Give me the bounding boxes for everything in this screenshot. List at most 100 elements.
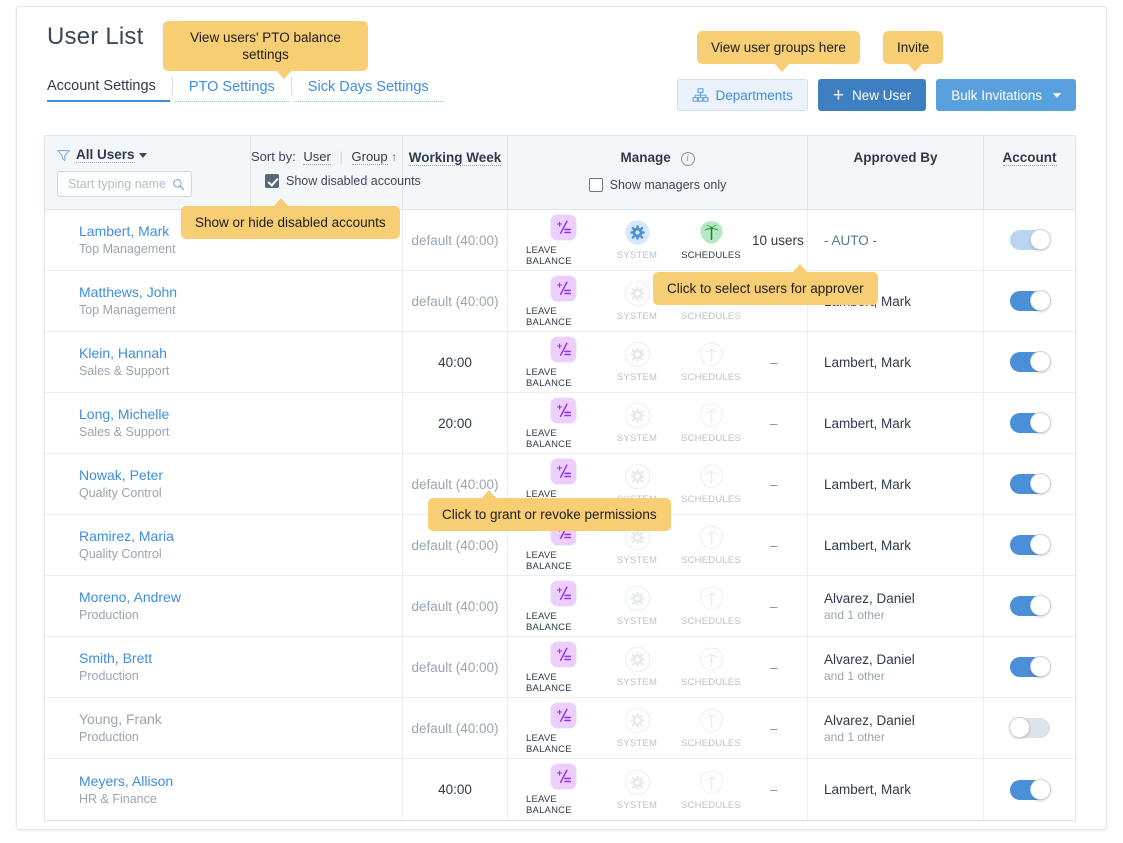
cell-approved-by[interactable]: Alvarez, Daniel and 1 other bbox=[808, 698, 984, 758]
account-toggle[interactable] bbox=[1009, 229, 1051, 250]
user-name-link[interactable]: Smith, Brett bbox=[79, 649, 152, 667]
tab-sick-days-settings[interactable]: Sick Days Settings bbox=[293, 77, 443, 102]
system-gear-icon[interactable] bbox=[624, 341, 651, 368]
manage-schedules[interactable]: SCHEDULES bbox=[674, 402, 748, 444]
manage-schedules[interactable]: SCHEDULES bbox=[674, 707, 748, 749]
leave-balance-icon[interactable]: + bbox=[550, 275, 577, 302]
manage-system[interactable]: SYSTEM bbox=[600, 646, 674, 688]
bulk-invitations-button[interactable]: Bulk Invitations bbox=[936, 79, 1076, 111]
cell-working-week[interactable]: default (40:00) bbox=[403, 698, 508, 758]
system-gear-icon[interactable] bbox=[624, 769, 651, 796]
leave-balance-icon[interactable]: + bbox=[550, 580, 577, 607]
schedules-palm-icon[interactable] bbox=[698, 646, 725, 673]
cell-working-week[interactable]: default (40:00) bbox=[403, 271, 508, 331]
tab-pto-settings[interactable]: PTO Settings bbox=[174, 77, 289, 102]
account-toggle[interactable] bbox=[1009, 656, 1051, 677]
schedules-palm-icon[interactable] bbox=[698, 707, 725, 734]
user-name-link[interactable]: Long, Michelle bbox=[79, 405, 169, 423]
schedules-palm-icon[interactable] bbox=[698, 402, 725, 429]
system-gear-icon[interactable] bbox=[624, 646, 651, 673]
schedules-palm-icon[interactable] bbox=[698, 585, 725, 612]
account-toggle[interactable] bbox=[1009, 473, 1051, 494]
search-input-wrapper[interactable] bbox=[57, 171, 192, 197]
leave-balance-icon[interactable]: + bbox=[550, 702, 577, 729]
cell-approved-by[interactable]: Lambert, Mark bbox=[808, 332, 984, 392]
manage-schedules[interactable]: SCHEDULES bbox=[674, 341, 748, 383]
leave-balance-icon[interactable]: + bbox=[550, 336, 577, 363]
show-disabled-accounts-checkbox[interactable] bbox=[265, 174, 279, 188]
system-gear-icon[interactable] bbox=[624, 707, 651, 734]
manage-schedules[interactable]: SCHEDULES bbox=[674, 463, 748, 505]
cell-working-week[interactable]: default (40:00) bbox=[403, 637, 508, 697]
user-name-link[interactable]: Young, Frank bbox=[79, 710, 162, 728]
user-name-link[interactable]: Ramirez, Maria bbox=[79, 527, 174, 545]
system-gear-icon[interactable] bbox=[624, 280, 651, 307]
manage-leave-balance[interactable]: + LEAVE BALANCE bbox=[526, 641, 600, 694]
user-name-link[interactable]: Meyers, Allison bbox=[79, 772, 173, 790]
sort-by-user[interactable]: User bbox=[303, 149, 331, 165]
account-toggle[interactable] bbox=[1009, 351, 1051, 372]
system-gear-icon[interactable] bbox=[624, 402, 651, 429]
all-users-filter[interactable]: All Users bbox=[45, 136, 250, 163]
schedules-palm-icon[interactable] bbox=[698, 341, 725, 368]
manage-leave-balance[interactable]: + LEAVE BALANCE bbox=[526, 580, 600, 633]
manage-system[interactable]: SYSTEM bbox=[600, 707, 674, 749]
user-name-link[interactable]: Matthews, John bbox=[79, 283, 177, 301]
leave-balance-icon[interactable]: + bbox=[550, 641, 577, 668]
show-managers-only-checkbox[interactable] bbox=[588, 177, 603, 192]
cell-approved-by[interactable]: Lambert, Mark bbox=[808, 515, 984, 575]
user-name-link[interactable]: Nowak, Peter bbox=[79, 466, 163, 484]
search-input[interactable] bbox=[66, 176, 172, 192]
system-gear-icon[interactable] bbox=[624, 585, 651, 612]
cell-approved-by[interactable]: Alvarez, Daniel and 1 other bbox=[808, 637, 984, 697]
info-icon[interactable]: i bbox=[680, 151, 695, 166]
leave-balance-icon[interactable]: + bbox=[550, 763, 577, 790]
system-gear-icon[interactable] bbox=[624, 463, 651, 490]
cell-approved-by[interactable]: Lambert, Mark bbox=[808, 759, 984, 820]
sort-direction-icon[interactable]: ↑ bbox=[391, 150, 397, 164]
leave-balance-icon[interactable]: + bbox=[550, 458, 577, 485]
schedules-palm-icon[interactable] bbox=[698, 524, 725, 551]
new-user-button[interactable]: + New User bbox=[817, 79, 927, 111]
schedules-palm-icon[interactable] bbox=[698, 219, 725, 246]
departments-button[interactable]: Departments bbox=[676, 79, 808, 111]
account-toggle[interactable] bbox=[1009, 595, 1051, 616]
cell-working-week[interactable]: 20:00 bbox=[403, 393, 508, 453]
show-managers-only-row[interactable]: Show managers only bbox=[508, 166, 807, 192]
schedules-palm-icon[interactable] bbox=[698, 769, 725, 796]
manage-schedules[interactable]: SCHEDULES bbox=[674, 646, 748, 688]
cell-working-week[interactable]: 40:00 bbox=[403, 332, 508, 392]
manage-users-count[interactable]: 10 users bbox=[752, 233, 804, 248]
manage-schedules[interactable]: SCHEDULES bbox=[674, 524, 748, 566]
manage-system[interactable]: SYSTEM bbox=[600, 402, 674, 444]
working-week-label[interactable]: Working Week bbox=[408, 150, 502, 166]
manage-leave-balance[interactable]: + LEAVE BALANCE bbox=[526, 336, 600, 389]
sort-by-group[interactable]: Group bbox=[351, 149, 388, 165]
manage-system[interactable]: SYSTEM bbox=[600, 219, 674, 261]
show-disabled-accounts-row[interactable]: Show disabled accounts bbox=[251, 164, 421, 188]
search-icon[interactable] bbox=[172, 178, 185, 191]
leave-balance-icon[interactable]: + bbox=[550, 214, 577, 241]
manage-leave-balance[interactable]: + LEAVE BALANCE bbox=[526, 397, 600, 450]
cell-approved-by[interactable]: Alvarez, Daniel and 1 other bbox=[808, 576, 984, 636]
system-gear-icon[interactable] bbox=[624, 219, 651, 246]
manage-leave-balance[interactable]: + LEAVE BALANCE bbox=[526, 214, 600, 267]
schedules-palm-icon[interactable] bbox=[698, 463, 725, 490]
user-name-link[interactable]: Klein, Hannah bbox=[79, 344, 169, 362]
cell-approved-by[interactable]: Lambert, Mark bbox=[808, 454, 984, 514]
manage-schedules[interactable]: SCHEDULES bbox=[674, 219, 748, 261]
user-name-link[interactable]: Moreno, Andrew bbox=[79, 588, 181, 606]
manage-schedules[interactable]: SCHEDULES bbox=[674, 769, 748, 811]
cell-working-week[interactable]: default (40:00) bbox=[403, 210, 508, 270]
cell-working-week[interactable]: default (40:00) bbox=[403, 576, 508, 636]
cell-approved-by[interactable]: Lambert, Mark bbox=[808, 393, 984, 453]
account-toggle[interactable] bbox=[1009, 778, 1051, 800]
account-toggle[interactable] bbox=[1009, 534, 1051, 555]
account-label[interactable]: Account bbox=[1002, 150, 1057, 166]
manage-schedules[interactable]: SCHEDULES bbox=[674, 585, 748, 627]
account-toggle[interactable] bbox=[1008, 717, 1050, 738]
tab-account-settings[interactable]: Account Settings bbox=[47, 76, 170, 102]
manage-system[interactable]: SYSTEM bbox=[600, 341, 674, 383]
leave-balance-icon[interactable]: + bbox=[550, 397, 577, 424]
manage-leave-balance[interactable]: + LEAVE BALANCE bbox=[526, 275, 600, 328]
